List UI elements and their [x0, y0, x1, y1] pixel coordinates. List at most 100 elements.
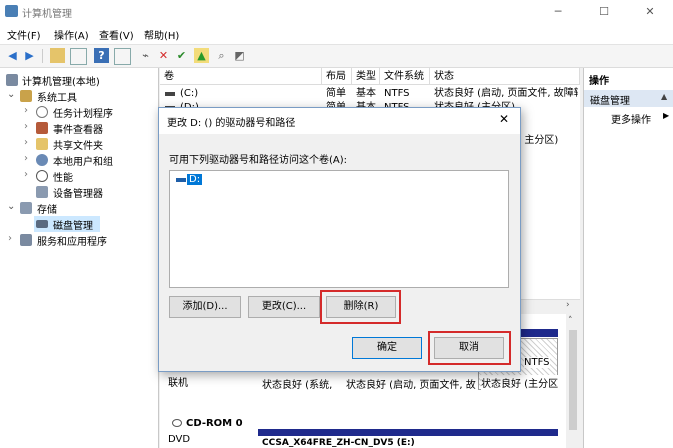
cdrom-partition-bar	[258, 429, 558, 436]
collapsed-chevron-icon[interactable]: ›	[24, 137, 28, 148]
minimize-icon[interactable]: ─	[535, 0, 581, 24]
tree-root[interactable]: 计算机管理(本地)	[0, 72, 158, 88]
column-status[interactable]: 状态	[430, 68, 580, 85]
services-icon	[20, 234, 32, 246]
add-button[interactable]: 添加(D)...	[169, 296, 241, 318]
tree-item-task-scheduler[interactable]: › 任务计划程序	[0, 104, 158, 120]
table-row[interactable]: (C:) 简单 基本 NTFS 状态良好 (启动, 页面文件, 故障转	[160, 87, 580, 101]
column-type[interactable]: 类型	[352, 68, 380, 85]
tree-item-performance[interactable]: › 性能	[0, 168, 158, 184]
partial-status-text: , 主分区)	[518, 135, 559, 146]
change-button[interactable]: 更改(C)...	[248, 296, 320, 318]
partition-2-status: 状态良好 (启动, 页面文件, 故	[346, 380, 476, 391]
tree-item-label: 任务计划程序	[53, 109, 113, 120]
device-manager-icon	[36, 186, 48, 198]
toolbar-divider	[42, 49, 43, 63]
menu-action[interactable]: 操作(A)	[54, 27, 89, 42]
title-bar: 计算机管理 ─ ☐ ✕	[0, 0, 673, 24]
users-icon	[36, 154, 48, 166]
dialog-title: 更改 D: () 的驱动器号和路径	[167, 118, 296, 129]
delete-icon[interactable]: ✕	[156, 48, 171, 63]
disk-icon	[36, 220, 48, 228]
window-title: 计算机管理	[22, 9, 72, 20]
dvd-label: DVD	[168, 434, 191, 445]
search-icon[interactable]: ⌕	[214, 48, 229, 63]
storage-icon	[20, 202, 32, 214]
close-icon[interactable]: ✕	[627, 0, 673, 24]
tree-services[interactable]: › 服务和应用程序	[0, 232, 158, 248]
actions-pane: 操作 磁盘管理 ▲ 更多操作 ▶	[583, 68, 673, 448]
tree-disk-management-label: 磁盘管理	[53, 221, 93, 232]
cancel-button[interactable]: 取消	[434, 337, 504, 359]
partition-3-status: 状态良好 (主分区	[481, 375, 559, 390]
collapsed-chevron-icon[interactable]: ›	[24, 105, 28, 116]
column-filesystem[interactable]: 文件系统	[380, 68, 430, 85]
cdrom-label: CD-ROM 0	[186, 418, 243, 429]
collapsed-chevron-icon[interactable]: ›	[24, 121, 28, 132]
tree-system-tools[interactable]: ⌄ 系统工具	[0, 88, 158, 104]
menu-file[interactable]: 文件(F)	[7, 27, 41, 42]
shield-icon[interactable]: ◩	[232, 48, 247, 63]
tree-root-label: 计算机管理(本地)	[22, 77, 100, 88]
tree-item-label: 设备管理器	[53, 189, 103, 200]
dialog-close-icon[interactable]: ✕	[499, 112, 509, 126]
list-item[interactable]: D:	[187, 174, 203, 185]
help-icon[interactable]: ?	[94, 48, 109, 63]
tree-item-shared-folders[interactable]: › 共享文件夹	[0, 136, 158, 152]
dialog-description: 可用下列驱动器号和路径访问这个卷(A):	[169, 155, 348, 166]
more-actions-arrow-icon[interactable]: ▶	[663, 111, 669, 120]
tree-item-label: 本地用户和组	[53, 157, 113, 168]
tree-system-tools-label: 系统工具	[37, 93, 77, 104]
volume-name: (C:)	[180, 88, 199, 99]
disk-status-online: 联机	[168, 378, 188, 389]
tree-storage[interactable]: ⌄ 存储	[0, 200, 158, 216]
drive-path-list[interactable]: D:	[169, 170, 509, 288]
collapsed-chevron-icon[interactable]: ›	[24, 153, 28, 164]
drive-letter-icon	[176, 178, 186, 182]
collapsed-chevron-icon[interactable]: ›	[8, 233, 12, 244]
collapsed-chevron-icon[interactable]: ›	[24, 169, 28, 180]
tree-services-label: 服务和应用程序	[37, 237, 107, 248]
column-volume[interactable]: 卷	[160, 68, 322, 85]
menu-bar: 文件(F) 操作(A) 查看(V) 帮助(H)	[0, 24, 673, 45]
properties-icon[interactable]	[114, 48, 131, 65]
show-hide-tree-icon[interactable]	[70, 48, 87, 65]
scroll-up-icon[interactable]: ˄	[568, 316, 573, 326]
tree-storage-label: 存储	[37, 205, 57, 216]
app-icon	[5, 5, 18, 17]
menu-help[interactable]: 帮助(H)	[144, 27, 179, 42]
computer-icon	[6, 74, 18, 86]
remove-button[interactable]: 删除(R)	[326, 296, 396, 318]
collapse-up-icon[interactable]: ▲	[661, 92, 667, 101]
menu-view[interactable]: 查看(V)	[99, 27, 134, 42]
vertical-scrollbar[interactable]: ˄	[566, 314, 580, 448]
actions-section[interactable]: 磁盘管理 ▲	[584, 90, 673, 107]
expanded-chevron-icon[interactable]: ⌄	[7, 201, 15, 212]
check-icon[interactable]: ✔	[174, 48, 189, 63]
column-layout[interactable]: 布局	[322, 68, 352, 85]
up-arrow-icon[interactable]: ▲	[194, 48, 209, 63]
tree-item-label: 性能	[53, 173, 73, 184]
dialog-titlebar: 更改 D: () 的驱动器号和路径 ✕	[159, 108, 520, 134]
forward-icon[interactable]: ▶	[22, 48, 37, 63]
more-actions-link[interactable]: 更多操作	[611, 111, 651, 126]
back-icon[interactable]: ◀	[5, 48, 20, 63]
scroll-right-icon[interactable]: ›	[566, 300, 570, 310]
tree-disk-management[interactable]: 磁盘管理	[34, 216, 100, 232]
ok-button[interactable]: 确定	[352, 337, 422, 359]
expanded-chevron-icon[interactable]: ⌄	[7, 89, 15, 100]
performance-icon	[36, 170, 48, 182]
tree-item-local-users[interactable]: › 本地用户和组	[0, 152, 158, 168]
tree-item-device-manager[interactable]: 设备管理器	[0, 184, 158, 200]
shared-folder-icon	[36, 138, 48, 150]
tree-item-label: 共享文件夹	[53, 141, 103, 152]
volume-status: 状态良好 (启动, 页面文件, 故障转	[434, 88, 578, 99]
folder-up-icon[interactable]	[50, 48, 65, 63]
scroll-thumb[interactable]	[569, 330, 577, 430]
partition-1-status: 状态良好 (系统,	[262, 380, 333, 391]
maximize-icon[interactable]: ☐	[581, 0, 627, 24]
tree-item-label: 事件查看器	[53, 125, 103, 136]
connect-icon[interactable]: ⌁	[138, 48, 153, 63]
tools-icon	[20, 90, 32, 102]
tree-item-event-viewer[interactable]: › 事件查看器	[0, 120, 158, 136]
